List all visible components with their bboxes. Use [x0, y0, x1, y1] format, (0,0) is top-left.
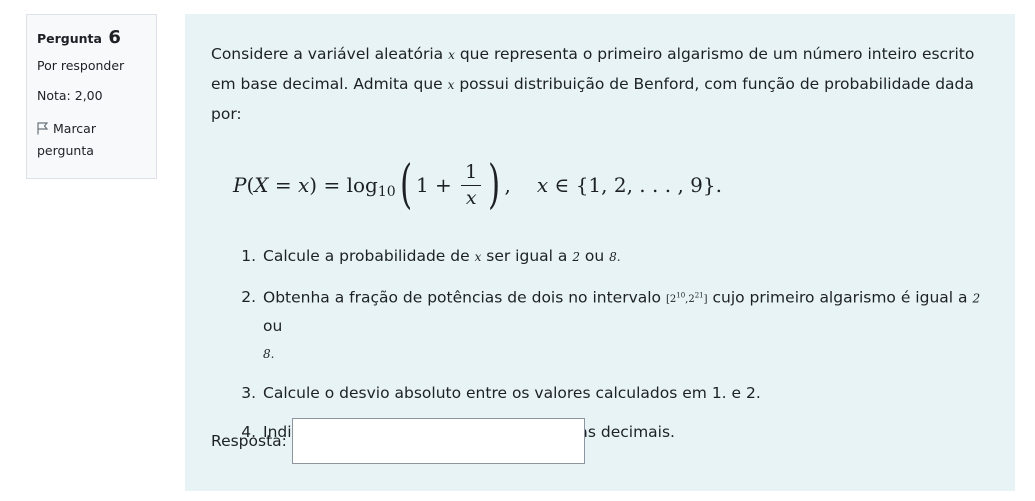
formula-one-plus: 1 +: [415, 173, 459, 197]
task-item-1: Calcule a probabilidade de x ser igual a…: [261, 243, 991, 271]
task2-digit-2: 2: [972, 291, 981, 306]
formula-x: x: [298, 173, 310, 197]
flag-label-line2: pergunta: [37, 143, 94, 158]
formula-set: ∈ {1, 2, . . . , 9}.: [548, 173, 722, 197]
intro-var-x: x: [448, 48, 455, 62]
answer-input[interactable]: [291, 418, 585, 464]
flag-question-link[interactable]: Marcar pergunta: [37, 118, 146, 162]
formula-P: P: [233, 173, 247, 197]
task1-text-b: ser igual a: [481, 247, 573, 265]
interval-exp2: 21: [694, 292, 704, 300]
interval-exp1: 10: [676, 292, 686, 300]
question-state: Por responder: [37, 58, 125, 73]
task1-digit-2: 2: [572, 250, 580, 264]
task2-text-b: cujo primeiro algarismo é igual a: [707, 288, 973, 307]
formula-log: = log: [317, 173, 378, 197]
task1-digit-8: 8.: [609, 250, 621, 264]
question-text: Considere a variável aleatória x que rep…: [211, 40, 991, 446]
intro-text-1: Considere a variável aleatória: [211, 45, 449, 63]
question-label: Pergunta: [37, 31, 102, 46]
task-item-2: Obtenha a fração de potências de dois no…: [261, 283, 991, 368]
benford-formula: P(X = x) = log 10 ( 1 + 1 x ), x ∈ {1, 2,…: [233, 145, 991, 225]
question-number-heading: Pergunta 6: [37, 27, 146, 49]
formula-comma: ,: [504, 173, 511, 197]
task2-digit-8: 8.: [263, 347, 275, 362]
formula-big-paren-open: (: [399, 155, 412, 215]
answer-row: Resposta:: [211, 418, 585, 464]
task-list: Calcule a probabilidade de x ser igual a…: [245, 243, 991, 446]
task1-or: ou: [579, 247, 610, 265]
fraction-numerator: 1: [461, 161, 482, 186]
answer-label: Resposta:: [211, 432, 287, 450]
question-info-panel: Pergunta 6 Por responder Nota: 2,00 Marc…: [26, 14, 157, 179]
task1-text-a: Calcule a probabilidade de: [263, 247, 475, 265]
formula-log-base: 10: [377, 184, 396, 200]
formula-fraction: 1 x: [461, 161, 482, 210]
question-grade: Nota: 2,00: [37, 88, 103, 103]
formula-set-var: x: [536, 173, 549, 197]
task-item-3: Calcule o desvio absoluto entre os valor…: [261, 380, 991, 407]
interval-mid: ,2: [685, 294, 695, 306]
question-content: Considere a variável aleatória x que rep…: [185, 14, 1015, 491]
task2-text-a: Obtenha a fração de potências de dois no…: [263, 288, 666, 307]
task2-interval: [210,221]: [665, 292, 708, 306]
flag-outline-icon: [37, 121, 53, 136]
formula-close: ): [309, 173, 318, 197]
formula-X: X: [254, 173, 269, 197]
formula-eq: =: [268, 173, 299, 197]
task2-or: ou: [263, 317, 283, 336]
flag-label-line1: Marcar: [53, 121, 96, 136]
question-intro: Considere a variável aleatória x que rep…: [211, 40, 991, 129]
question-number: 6: [108, 27, 121, 48]
formula-big-paren-close: ): [488, 155, 501, 215]
interval-open: [2: [665, 294, 677, 306]
fraction-denominator: x: [465, 186, 477, 209]
